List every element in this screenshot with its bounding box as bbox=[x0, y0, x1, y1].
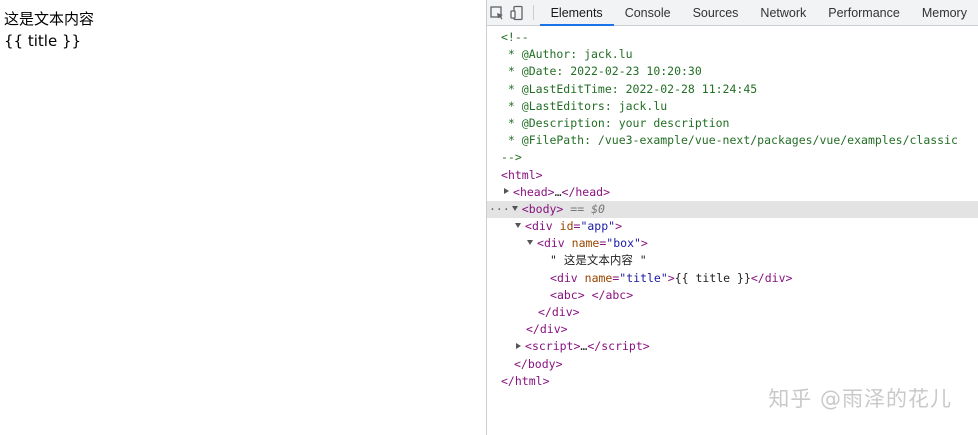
dom-node-head[interactable]: <head>…</head> bbox=[487, 184, 978, 201]
tab-memory[interactable]: Memory bbox=[911, 0, 978, 25]
toolbar-divider bbox=[532, 5, 534, 20]
tab-elements[interactable]: Elements bbox=[539, 0, 614, 26]
dom-node-body-selected[interactable]: ··· <body> == $0 bbox=[487, 200, 978, 219]
dom-comment-line[interactable]: * @Description: your description bbox=[487, 115, 978, 132]
dom-node-div-box-close[interactable]: </div> bbox=[487, 304, 978, 321]
dom-comment-open[interactable]: <!-- bbox=[487, 29, 978, 46]
collapse-triangle-icon[interactable] bbox=[511, 205, 518, 211]
dom-text-node[interactable]: " 这是文本内容 " bbox=[487, 252, 978, 269]
dom-comment-line[interactable]: * @Author: jack.lu bbox=[487, 46, 978, 63]
dom-comment-close[interactable]: --> bbox=[487, 149, 978, 166]
dom-node-body-close[interactable]: </body> bbox=[487, 356, 978, 373]
page-text-content: 这是文本内容 bbox=[4, 10, 95, 28]
dom-comment-line[interactable]: * @Date: 2022-02-23 10:20:30 bbox=[487, 63, 978, 80]
rendered-page: 这是文本内容 {{ title }} bbox=[0, 0, 486, 435]
dom-node-div-title[interactable]: <div name="title">{{ title }}</div> bbox=[487, 270, 978, 287]
dom-node-script[interactable]: <script>…</script> bbox=[487, 338, 978, 355]
dom-node-div-box[interactable]: <div name="box"> bbox=[487, 235, 978, 252]
page-title-placeholder: {{ title }} bbox=[4, 32, 82, 50]
dom-node-html[interactable]: <html> bbox=[487, 167, 978, 184]
elements-tree: <!-- * @Author: jack.lu * @Date: 2022-02… bbox=[487, 26, 978, 390]
collapse-triangle-icon[interactable] bbox=[515, 223, 521, 229]
inspect-element-icon[interactable] bbox=[487, 0, 507, 25]
dom-comment-line[interactable]: * @LastEditTime: 2022-02-28 11:24:45 bbox=[487, 81, 978, 98]
expand-triangle-icon[interactable] bbox=[504, 188, 509, 195]
dom-node-abc[interactable]: <abc> </abc> bbox=[487, 287, 978, 304]
more-options-icon[interactable]: ··· bbox=[489, 202, 510, 216]
tab-performance[interactable]: Performance bbox=[817, 0, 911, 25]
expand-triangle-icon[interactable] bbox=[516, 342, 521, 349]
devtools-toolbar: Elements Console Sources Network Perform… bbox=[487, 0, 978, 26]
tab-sources[interactable]: Sources bbox=[682, 0, 750, 25]
dom-comment-line[interactable]: * @LastEditors: jack.lu bbox=[487, 98, 978, 115]
device-toolbar-icon[interactable] bbox=[507, 0, 527, 25]
dom-comment-line[interactable]: * @FilePath: /vue3-example/vue-next/pack… bbox=[487, 132, 978, 149]
watermark-text: 知乎 @雨泽的花儿 bbox=[768, 387, 952, 411]
dom-node-div-app-close[interactable]: </div> bbox=[487, 321, 978, 338]
devtools-panel: Elements Console Sources Network Perform… bbox=[486, 0, 978, 435]
collapse-triangle-icon[interactable] bbox=[527, 240, 533, 246]
dom-node-div-app[interactable]: <div id="app"> bbox=[487, 218, 978, 235]
tab-console[interactable]: Console bbox=[614, 0, 682, 25]
tab-network[interactable]: Network bbox=[749, 0, 817, 25]
